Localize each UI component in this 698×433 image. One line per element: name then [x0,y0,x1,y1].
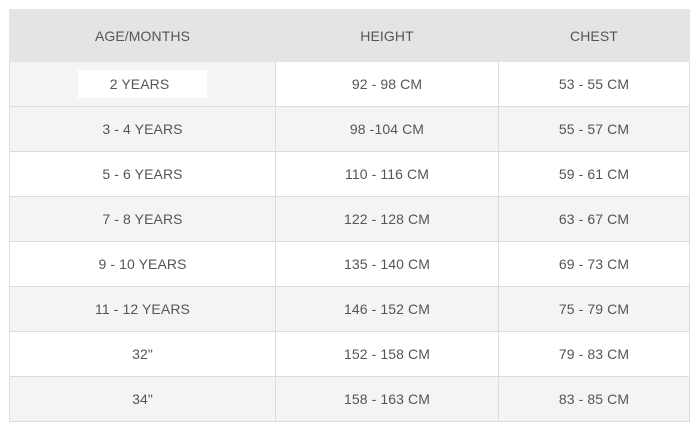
cell-chest: 55 - 57 CM [498,106,690,152]
table-row: 5 - 6 YEARS 110 - 116 CM 59 - 61 CM [9,151,690,197]
cell-height: 152 - 158 CM [275,331,499,377]
size-chart-table: AGE/MONTHS HEIGHT CHEST 2 YEARS 92 - 98 … [9,9,690,422]
cell-age: 2 YEARS [9,61,276,107]
cell-age: 32" [9,331,276,377]
cell-chest: 79 - 83 CM [498,331,690,377]
cell-chest: 59 - 61 CM [498,151,690,197]
cell-age: 11 - 12 YEARS [9,286,276,332]
cell-height: 92 - 98 CM [275,61,499,107]
cell-chest: 83 - 85 CM [498,376,690,422]
cell-age: 5 - 6 YEARS [9,151,276,197]
table-row: 9 - 10 YEARS 135 - 140 CM 69 - 73 CM [9,241,690,287]
header-row: AGE/MONTHS HEIGHT CHEST [9,9,690,62]
cell-height: 146 - 152 CM [275,286,499,332]
header-height: HEIGHT [275,9,499,62]
cell-chest: 63 - 67 CM [498,196,690,242]
cell-age: 3 - 4 YEARS [9,106,276,152]
cell-height: 122 - 128 CM [275,196,499,242]
cell-age: 9 - 10 YEARS [9,241,276,287]
table-body: 2 YEARS 92 - 98 CM 53 - 55 CM 3 - 4 YEAR… [9,61,690,422]
header-age-months: AGE/MONTHS [9,9,276,62]
table-row: 32" 152 - 158 CM 79 - 83 CM [9,331,690,377]
cell-height: 158 - 163 CM [275,376,499,422]
table-header: AGE/MONTHS HEIGHT CHEST [9,9,690,62]
table-row: 11 - 12 YEARS 146 - 152 CM 75 - 79 CM [9,286,690,332]
cell-height: 110 - 116 CM [275,151,499,197]
cell-chest: 75 - 79 CM [498,286,690,332]
cell-chest: 53 - 55 CM [498,61,690,107]
cell-height: 98 -104 CM [275,106,499,152]
cell-age: 34" [9,376,276,422]
header-chest: CHEST [498,9,690,62]
table-row: 7 - 8 YEARS 122 - 128 CM 63 - 67 CM [9,196,690,242]
table-row: 34" 158 - 163 CM 83 - 85 CM [9,376,690,422]
cell-height: 135 - 140 CM [275,241,499,287]
table-row: 3 - 4 YEARS 98 -104 CM 55 - 57 CM [9,106,690,152]
cell-age-text: 2 YEARS [77,70,208,98]
table-row: 2 YEARS 92 - 98 CM 53 - 55 CM [9,61,690,107]
cell-chest: 69 - 73 CM [498,241,690,287]
cell-age: 7 - 8 YEARS [9,196,276,242]
